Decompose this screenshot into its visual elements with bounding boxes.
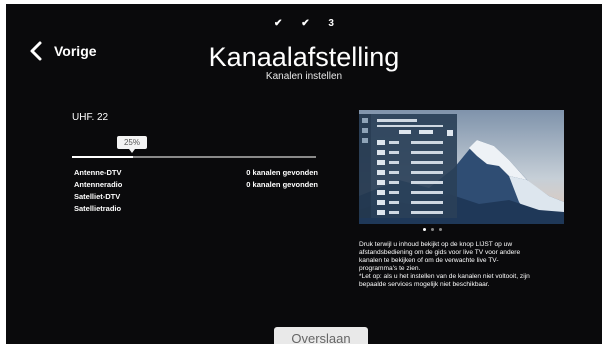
help-line: afstandsbediening om de gids voor live T… <box>359 249 521 257</box>
tv-screen: ✔ ✔ 3 Vorige Kanaalafstelling Kanalen in… <box>6 4 602 344</box>
scan-row-name: Satelliet-DTV <box>74 192 121 201</box>
scan-row-count: 0 kanalen gevonden <box>246 180 318 189</box>
scan-row-antenneradio: Antenneradio 0 kanalen gevonden <box>74 180 318 192</box>
scan-row-antenne-dtv: Antenne-DTV 0 kanalen gevonden <box>74 168 318 180</box>
scan-row-name: Satellietradio <box>74 204 122 213</box>
scan-row-name: Antenneradio <box>74 180 123 189</box>
pager-dot <box>423 228 426 231</box>
scan-row-satelliet-dtv: Satelliet-DTV <box>74 192 318 204</box>
scan-row-satellietradio: Satellietradio <box>74 204 318 216</box>
step-indicator: ✔ ✔ 3 <box>6 18 602 29</box>
help-line: kanalen te bekijken of om de verwachte l… <box>359 257 499 265</box>
help-line: bepaalde services mogelijk niet beschikb… <box>359 281 490 289</box>
help-line: Druk terwijl u inhoud bekijkt op de knop… <box>359 241 513 248</box>
step-2-check: ✔ <box>301 18 310 29</box>
frequency-label: UHF. 22 <box>72 112 109 123</box>
page-subtitle: Kanalen instellen <box>265 71 343 82</box>
skip-button[interactable]: Overslaan <box>274 327 368 344</box>
progress-fill <box>72 156 133 158</box>
page-title: Kanaalafstelling <box>208 42 400 72</box>
scan-row-name: Antenne-DTV <box>74 168 122 177</box>
guide-preview-image <box>359 110 564 224</box>
step-3-number: 3 <box>328 18 334 29</box>
pager-dot <box>439 228 442 231</box>
progress-track <box>72 156 316 158</box>
help-text: Druk terwijl u inhoud bekijkt op de knop… <box>359 241 571 290</box>
help-line: *Let op: als u het instellen van de kana… <box>359 273 530 281</box>
pager-dot <box>431 228 434 231</box>
progress-percent-bubble: 25% <box>117 136 147 153</box>
scan-row-count: 0 kanalen gevonden <box>246 168 318 177</box>
help-line: programma's te zien. <box>359 265 421 273</box>
pager-dots <box>423 228 442 231</box>
step-1-check: ✔ <box>274 18 283 29</box>
